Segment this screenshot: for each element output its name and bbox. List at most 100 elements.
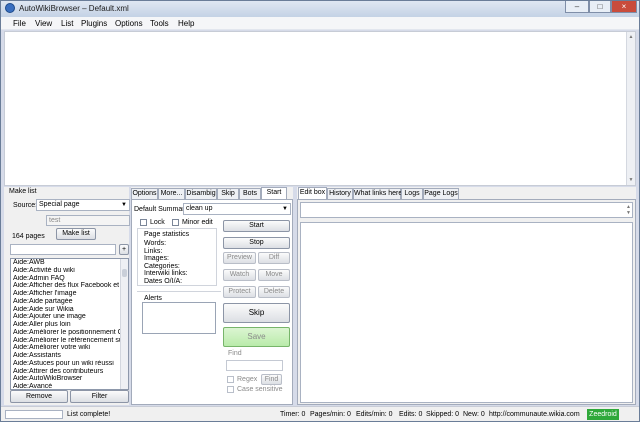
list-item[interactable]: Aide:Astuces pour un wiki réussi bbox=[11, 360, 128, 368]
menu-bar: File View List Plugins Options Tools Hel… bbox=[1, 17, 639, 30]
start-button[interactable]: Start bbox=[223, 220, 290, 232]
tab-options[interactable]: Options bbox=[131, 188, 158, 199]
browser-area: ▲ ▼ bbox=[4, 31, 636, 186]
menu-file[interactable]: File bbox=[13, 19, 26, 28]
stat-images: Images: bbox=[144, 255, 169, 262]
protect-button[interactable]: Protect bbox=[223, 286, 256, 298]
remove-button[interactable]: Remove bbox=[10, 390, 68, 403]
stat-dates: Dates O/I/A: bbox=[144, 277, 183, 285]
find-input[interactable] bbox=[226, 360, 283, 371]
list-item[interactable]: Aide:Attirer des contributeurs bbox=[11, 368, 128, 376]
make-list-header: Make list bbox=[9, 188, 37, 195]
stat-categories: Categories: bbox=[144, 262, 180, 270]
tab-history[interactable]: History bbox=[327, 188, 353, 199]
status-edits: Edits: 0 bbox=[399, 411, 423, 418]
save-button[interactable]: Save bbox=[223, 327, 290, 347]
menu-options[interactable]: Options bbox=[115, 19, 143, 28]
list-item[interactable]: Aide:Aller plus loin bbox=[11, 321, 128, 329]
menu-view[interactable]: View bbox=[35, 19, 52, 28]
title-bar: AutoWikiBrowser – Default.xml – □ × bbox=[1, 1, 639, 17]
menu-plugins[interactable]: Plugins bbox=[81, 19, 107, 28]
app-window: AutoWikiBrowser – Default.xml – □ × File… bbox=[0, 0, 640, 422]
list-item[interactable]: Aide:Afficher l'image bbox=[11, 290, 128, 298]
list-scrollbar[interactable] bbox=[120, 259, 128, 389]
lock-checkbox[interactable] bbox=[140, 219, 147, 226]
progress-bar bbox=[5, 410, 63, 419]
list-item[interactable]: Aide:Aide partagée bbox=[11, 298, 128, 306]
add-button[interactable]: + bbox=[119, 244, 129, 255]
maximize-icon[interactable]: □ bbox=[589, 1, 611, 13]
window-title: AutoWikiBrowser – Default.xml bbox=[19, 4, 129, 13]
source-value: Special page bbox=[39, 201, 80, 208]
diff-button[interactable]: Diff bbox=[258, 252, 290, 264]
move-button[interactable]: Move bbox=[258, 269, 290, 281]
skip-button[interactable]: Skip bbox=[223, 303, 290, 323]
pages-count: 164 pages bbox=[12, 233, 45, 240]
tab-start[interactable]: Start bbox=[261, 187, 287, 199]
find-button[interactable]: Find bbox=[261, 374, 282, 385]
query-input[interactable]: test bbox=[46, 215, 130, 226]
regex-checkbox[interactable] bbox=[227, 376, 234, 383]
stat-words: Words: bbox=[144, 240, 167, 247]
app-icon bbox=[5, 3, 15, 13]
chevron-down-icon: ▼ bbox=[282, 206, 288, 212]
status-user: Zeedroid bbox=[587, 409, 619, 420]
minimize-icon[interactable]: – bbox=[565, 1, 589, 13]
preview-button[interactable]: Preview bbox=[223, 252, 256, 264]
source-select[interactable]: Special page ▼ bbox=[36, 199, 130, 211]
list-item[interactable]: Aide:Améliorer le positionnement G bbox=[11, 329, 128, 337]
list-scroll-thumb[interactable] bbox=[122, 269, 127, 277]
delete-button[interactable]: Delete bbox=[258, 286, 290, 298]
scroll-down-icon[interactable]: ▼ bbox=[626, 210, 631, 216]
scroll-down-icon[interactable]: ▼ bbox=[628, 177, 634, 183]
menu-list[interactable]: List bbox=[61, 19, 73, 28]
summary-label: Default Summary bbox=[134, 206, 189, 213]
status-url[interactable]: http://communaute.wikia.com bbox=[489, 411, 580, 418]
browser-scrollbar[interactable]: ▲ ▼ bbox=[626, 32, 635, 185]
minor-edit-checkbox[interactable] bbox=[172, 219, 179, 226]
tab-edit-box[interactable]: Edit box bbox=[298, 187, 327, 199]
regex-label: Regex bbox=[237, 376, 258, 383]
alerts-box bbox=[142, 302, 216, 334]
tab-disambig[interactable]: Disambig bbox=[185, 188, 217, 199]
list-item[interactable]: Aide:Assistants bbox=[11, 352, 128, 360]
tab-bots[interactable]: Bots bbox=[239, 188, 261, 199]
add-page-input[interactable] bbox=[10, 244, 116, 255]
list-item[interactable]: Aide:Avancé bbox=[11, 383, 128, 389]
case-sensitive-checkbox[interactable] bbox=[227, 386, 234, 393]
list-item[interactable]: Aide:Afficher des flux Facebook et bbox=[11, 282, 128, 290]
tab-more[interactable]: More... bbox=[158, 188, 185, 199]
tab-page-logs[interactable]: Page Logs bbox=[423, 188, 459, 199]
status-edits-min: Edits/min: 0 bbox=[356, 411, 393, 418]
summary-select[interactable]: clean up ▼ bbox=[183, 203, 291, 215]
list-item[interactable]: Aide:Admin FAQ bbox=[11, 275, 128, 283]
close-icon[interactable]: × bbox=[611, 1, 637, 13]
list-item[interactable]: Aide:AWB bbox=[11, 259, 128, 267]
list-item[interactable]: Aide:Aide sur Wikia bbox=[11, 306, 128, 314]
tab-skip[interactable]: Skip bbox=[217, 188, 239, 199]
list-item[interactable]: Aide:Activité du wiki bbox=[11, 267, 128, 275]
status-pages-min: Pages/min: 0 bbox=[310, 411, 351, 418]
list-item[interactable]: Aide:Améliorer le référencement sur bbox=[11, 337, 128, 345]
page-list[interactable]: Aide:AWB Aide:Activité du wiki Aide:Admin … bbox=[10, 258, 129, 390]
make-list-panel: Make list Source: Special page ▼ test 16… bbox=[4, 187, 130, 405]
make-list-button[interactable]: Make list bbox=[56, 228, 96, 240]
scroll-up-icon[interactable]: ▲ bbox=[628, 34, 634, 40]
chevron-down-icon: ▼ bbox=[121, 202, 127, 208]
edit-summary-input[interactable]: ▲ ▼ bbox=[300, 202, 633, 218]
filter-button[interactable]: Filter bbox=[70, 390, 129, 403]
stop-button[interactable]: Stop bbox=[223, 237, 290, 249]
list-item[interactable]: Aide:Ajouter une image bbox=[11, 313, 128, 321]
status-timer: Timer: 0 bbox=[280, 411, 306, 418]
edit-text-box[interactable] bbox=[300, 222, 633, 403]
status-bar: List complete! Timer: 0 Pages/min: 0 Edi… bbox=[1, 406, 639, 421]
stat-links: Links: bbox=[144, 247, 163, 255]
list-item[interactable]: Aide:AutoWikiBrowser bbox=[11, 375, 128, 383]
tab-what-links-here[interactable]: What links here bbox=[353, 188, 402, 199]
menu-help[interactable]: Help bbox=[178, 19, 194, 28]
watch-button[interactable]: Watch bbox=[223, 269, 256, 281]
status-skipped: Skipped: 0 bbox=[426, 411, 460, 418]
tab-logs[interactable]: Logs bbox=[401, 188, 423, 199]
menu-tools[interactable]: Tools bbox=[150, 19, 169, 28]
list-item[interactable]: Aide:Améliorer votre wiki bbox=[11, 344, 128, 352]
